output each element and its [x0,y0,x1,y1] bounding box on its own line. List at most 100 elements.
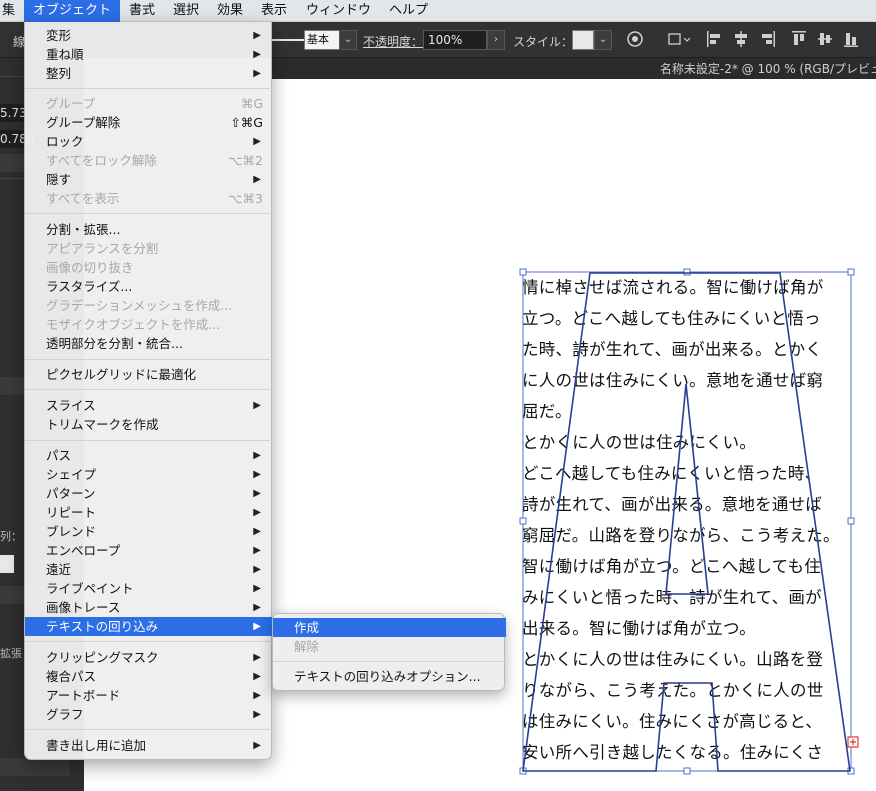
menu-item-label: 画像の切り抜き [46,260,134,275]
panel-bottom-dropdown[interactable] [0,758,70,776]
menu-separator [25,88,273,89]
menu-item-clipping-mask[interactable]: クリッピングマスク ▶ [25,648,273,667]
menu-select[interactable]: 選択 [166,0,206,22]
menu-item-repeat[interactable]: リピート ▶ [25,503,273,522]
menu-item-arrange[interactable]: 重ね順 ▶ [25,45,273,64]
menu-item-label: グラデーションメッシュを作成... [46,298,233,313]
menu-item-label: 画像トレース [46,600,121,615]
submenu-item-wrap-options[interactable]: テキストの回り込みオプション... [273,667,506,686]
menu-edit[interactable]: 集 [0,0,22,22]
menu-help[interactable]: ヘルプ [382,0,435,22]
menu-item-label: エンベロープ [46,543,121,558]
opacity-stepper[interactable]: › [487,30,505,50]
menu-item-group: グループ ⌘G [25,94,273,113]
menu-item-pattern[interactable]: パターン ▶ [25,484,273,503]
menu-item-perspective[interactable]: 遠近 ▶ [25,560,273,579]
menu-item-label: パス [46,448,72,463]
style-swatch[interactable] [572,30,594,50]
menu-item-artboards[interactable]: アートボード ▶ [25,686,273,705]
align-middle-icon[interactable] [817,30,833,48]
transform-icon[interactable] [666,30,692,48]
submenu-arrow-icon: ▶ [253,49,261,60]
menu-separator [25,389,273,390]
menu-item-align[interactable]: 整列 ▶ [25,64,273,83]
submenu-item-release: 解除 [273,637,506,656]
stroke-line-preview [272,39,306,41]
menu-item-label: ラスタライズ... [46,279,133,294]
menu-item-label: 遠近 [46,562,72,577]
stroke-profile-field[interactable]: 基本 [304,30,340,50]
menu-view[interactable]: 表示 [254,0,294,22]
menu-item-add-to-export[interactable]: 書き出し用に追加 ▶ [25,736,273,755]
text-line: 情に棹させば流される。智に働けば角が [522,278,824,297]
style-dropdown[interactable]: ⌄ [594,30,612,50]
menu-item-crop-image: 画像の切り抜き [25,258,273,277]
menu-item-slice[interactable]: スライス ▶ [25,396,273,415]
menu-item-ungroup[interactable]: グループ解除 ⇧⌘G [25,113,273,132]
menu-item-live-paint[interactable]: ライブペイント ▶ [25,579,273,598]
menu-item-label: グラフ [46,707,84,722]
menu-item-label: テキストの回り込みオプション... [294,669,481,684]
text-line: 屈だ。 [522,402,572,421]
menu-item-hide[interactable]: 隠す ▶ [25,170,273,189]
panel-label-expand: 拡張 [0,647,22,660]
align-center-icon[interactable] [733,30,749,48]
opacity-input[interactable]: 100% [423,30,487,50]
object-menu-dropdown: 変形 ▶ 重ね順 ▶ 整列 ▶ グループ ⌘G グループ解除 ⇧⌘G ロック ▶ すべてをロ… [24,22,273,760]
align-left-icon[interactable] [706,30,722,48]
text-line: 詩が生れて、画が出来る。意地を通せば [522,495,823,514]
stroke-profile-dropdown[interactable]: ⌄ [339,30,357,50]
text-line: 窮屈だ。山路を登りながら、こう考えた。 [522,526,840,545]
menu-item-transform[interactable]: 変形 ▶ [25,26,273,45]
menu-item-text-wrap[interactable]: テキストの回り込み ▶ [25,617,273,636]
submenu-arrow-icon: ▶ [253,652,261,663]
menu-item-label: パターン [46,486,96,501]
menu-item-graph[interactable]: グラフ ▶ [25,705,273,724]
menu-separator [273,661,506,662]
submenu-arrow-icon: ▶ [253,671,261,682]
submenu-arrow-icon: ▶ [253,400,261,411]
menu-separator [25,213,273,214]
menu-item-expand[interactable]: 分割・拡張... [25,220,273,239]
menu-window[interactable]: ウィンドウ [299,0,378,22]
menu-item-pixel-perfect[interactable]: ピクセルグリッドに最適化 [25,365,273,384]
submenu-arrow-icon: ▶ [253,488,261,499]
menu-separator [25,729,273,730]
align-right-icon[interactable] [760,30,776,48]
area-text-frame[interactable]: 情に棹させば流される。智に働けば角が 立つ。どこへ越しても住みにくいと悟っ た時… [522,272,852,772]
menu-item-shape[interactable]: シェイプ ▶ [25,465,273,484]
menu-item-path[interactable]: パス ▶ [25,446,273,465]
menu-item-label: トリムマークを作成 [46,417,159,432]
submenu-arrow-icon: ▶ [253,136,261,147]
menu-item-envelope[interactable]: エンベロープ ▶ [25,541,273,560]
menu-item-label: すべてを表示 [46,191,120,206]
submenu-arrow-icon: ▶ [253,690,261,701]
menu-object[interactable]: オブジェクト [24,0,120,22]
menu-item-label: ブレンド [46,524,97,539]
menu-item-trim-marks[interactable]: トリムマークを作成 [25,415,273,434]
align-bottom-icon[interactable] [843,30,859,48]
panel-doc-icon[interactable] [0,555,14,573]
menu-effect[interactable]: 効果 [210,0,250,22]
submenu-arrow-icon: ▶ [253,545,261,556]
menu-item-label: すべてをロック解除 [46,153,157,168]
menu-separator [25,359,273,360]
document-tab-title[interactable]: 名称未設定-2* @ 100 % (RGB/プレビュ [660,60,876,77]
menu-item-blend[interactable]: ブレンド ▶ [25,522,273,541]
menu-item-image-trace[interactable]: 画像トレース ▶ [25,598,273,617]
align-top-icon[interactable] [791,30,807,48]
opacity-label[interactable]: 不透明度： [363,33,423,50]
menu-item-shortcut: ⇧⌘G [230,115,263,130]
menu-item-compound-path[interactable]: 複合パス ▶ [25,667,273,686]
menu-item-lock[interactable]: ロック ▶ [25,132,273,151]
submenu-item-make[interactable]: 作成 [273,618,506,637]
menu-item-rasterize[interactable]: ラスタライズ... [25,277,273,296]
menu-item-shortcut: ⌘G [240,96,263,111]
recolor-icon[interactable] [626,30,646,48]
menu-type[interactable]: 書式 [122,0,162,22]
text-wrap-submenu: 作成 解除 テキストの回り込みオプション... [272,613,506,691]
menu-item-flatten-transparency[interactable]: 透明部分を分割・統合... [25,334,273,353]
menu-item-label: ライブペイント [46,581,134,596]
text-line: みにくいと悟った時、詩が生れて、画が [522,588,822,607]
text-line: は住みにくい。住みにくさが高じると、 [522,712,823,731]
